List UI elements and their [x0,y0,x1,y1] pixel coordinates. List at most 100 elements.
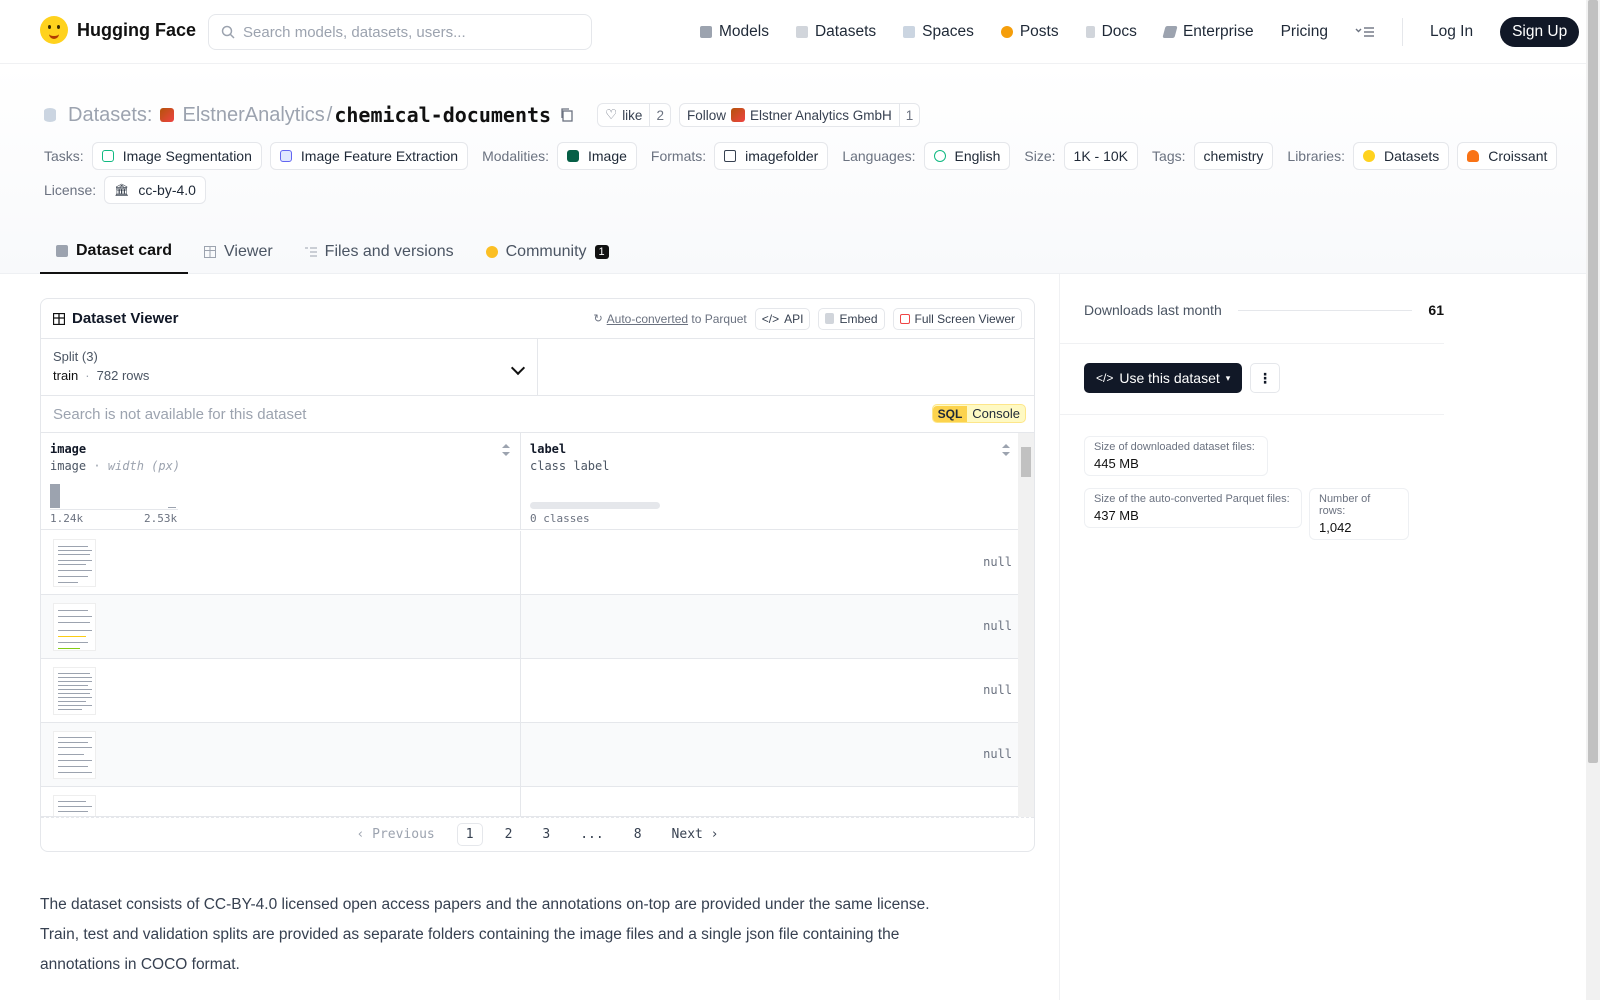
tag-library-datasets[interactable]: Datasets [1353,142,1450,170]
fullscreen-label: Full Screen Viewer [914,311,1016,326]
heart-icon: ♡ [605,107,618,122]
grid-scrollbar[interactable] [1018,433,1034,817]
login-link[interactable]: Log In [1430,23,1473,41]
api-button[interactable]: </> API [754,307,811,330]
table-row[interactable]: null [41,723,1020,787]
follow-count: 1 [898,104,920,126]
embed-button[interactable]: Embed [818,307,885,330]
api-label: API [784,311,804,326]
more-options-button[interactable]: ⋮ [1250,363,1280,393]
like-button[interactable]: ♡ like 2 [597,103,671,127]
bank-icon: 🏛 [114,183,130,197]
document-thumbnail[interactable] [53,731,96,779]
downloads-sparkline [1237,309,1413,311]
nav-spaces[interactable]: Spaces [903,23,974,41]
copy-icon[interactable] [559,107,575,123]
nav-models[interactable]: Models [700,23,769,41]
table-row[interactable]: null [41,659,1020,723]
page-scrollbar[interactable] [1586,0,1600,1000]
path-separator: / [326,103,333,126]
viewer-search[interactable]: Search is not available for this dataset… [41,396,1034,433]
tag-image-segmentation[interactable]: Image Segmentation [91,142,262,170]
use-dataset-label: Use this dataset [1119,370,1220,386]
split-rows: 782 rows [96,368,150,383]
like-label: like [622,107,643,123]
tag-row-1: Tasks: Image Segmentation Image Feature … [44,142,1558,170]
to-parquet-text: to Parquet [691,311,747,326]
tag-label-text: Image Segmentation [122,148,252,164]
grid-scrollbar-thumb[interactable] [1021,447,1031,477]
tag-label-text: imagefolder [745,148,819,164]
auto-converted-link[interactable]: Auto-converted [607,312,688,326]
owner-link[interactable]: ElstnerAnalytics [182,104,324,127]
downloads-value: 61 [1428,302,1444,318]
nav-datasets[interactable]: Datasets [795,23,876,41]
nav-posts[interactable]: Posts [1000,23,1059,41]
document-thumbnail[interactable] [53,667,96,715]
page-8-button[interactable]: 8 [626,824,650,845]
stat-value: 1,042 [1319,520,1352,535]
tab-label: Viewer [224,243,273,260]
column-header-label[interactable]: label class label 0 classes [521,433,1020,530]
column-type: class label [530,459,610,473]
use-this-dataset-button[interactable]: </> Use this dataset ▾ [1084,363,1243,393]
tag-license[interactable]: 🏛 cc-by-4.0 [104,176,206,204]
follow-button[interactable]: Follow Elstner Analytics GmbH 1 [678,103,921,127]
repo-name[interactable]: chemical-documents [334,103,551,127]
column-subtitle: width (px) [107,459,181,473]
segmentation-icon [101,150,114,162]
section-link[interactable]: Datasets: [68,104,152,127]
tab-dataset-card[interactable]: Dataset card [40,230,189,274]
hugging-face-logo-icon [40,16,68,44]
owner-avatar [160,108,175,122]
nav-pricing[interactable]: Pricing [1281,23,1328,41]
files-icon [304,247,317,257]
tag-modality-image[interactable]: Image [557,142,637,170]
table-row[interactable]: null [41,531,1020,595]
table-row[interactable] [41,787,1020,817]
tag-label-text: 1K - 10K [1073,148,1129,164]
tab-viewer[interactable]: Viewer [188,230,289,274]
nav-enterprise[interactable]: Enterprise [1162,23,1254,41]
page-scrollbar-thumb[interactable] [1588,0,1598,763]
like-count: 2 [649,104,670,126]
tag-format-imagefolder[interactable]: imagefolder [714,142,829,170]
document-thumbnail[interactable] [53,795,96,816]
brand-logo[interactable]: Hugging Face [40,16,196,44]
sql-console-button[interactable]: SQL Console [931,404,1026,423]
table-row[interactable]: null [41,595,1020,659]
tab-files-and-versions[interactable]: Files and versions [289,230,470,274]
tag-size[interactable]: 1K - 10K [1063,142,1139,170]
page-2-button[interactable]: 2 [497,824,521,845]
enterprise-icon [1162,26,1178,38]
tab-community[interactable]: Community 1 [470,230,625,274]
nav-more-menu[interactable] [1355,25,1375,39]
chevron-down-icon: ▾ [1225,372,1231,383]
tag-chemistry[interactable]: chemistry [1193,142,1274,170]
embed-icon [825,313,835,324]
document-thumbnail[interactable] [53,603,96,651]
tag-image-feature-extraction[interactable]: Image Feature Extraction [269,142,469,170]
next-page-button[interactable]: Next › [664,824,727,845]
sort-icon[interactable] [1002,444,1010,456]
tag-library-croissant[interactable]: Croissant [1457,142,1558,170]
histogram-bar[interactable] [50,484,60,508]
split-selector[interactable]: Split (3) train · 782 rows [41,339,538,395]
histogram-baseline [50,509,178,510]
pagination: ‹ Previous 1 2 3 ... 8 Next › [41,817,1034,851]
histogram-bar[interactable] [168,507,176,508]
page-3-button[interactable]: 3 [534,824,558,845]
fullscreen-viewer-button[interactable]: Full Screen Viewer [892,307,1022,330]
search-input[interactable]: Search models, datasets, users... [208,14,592,50]
database-icon [44,108,56,122]
nav-docs[interactable]: Docs [1085,23,1137,41]
document-thumbnail[interactable] [53,539,96,587]
column-header-image[interactable]: image image · width (px) 1.24k 2.53k [41,433,521,530]
previous-page-button[interactable]: ‹ Previous [348,824,442,845]
page-1-button[interactable]: 1 [456,823,483,846]
database-icon [795,26,808,38]
signup-button[interactable]: Sign Up [1500,17,1580,47]
stat-label: Size of the auto-converted Parquet files… [1094,493,1290,505]
tag-language-english[interactable]: English [923,142,1011,170]
sort-icon[interactable] [502,444,510,456]
